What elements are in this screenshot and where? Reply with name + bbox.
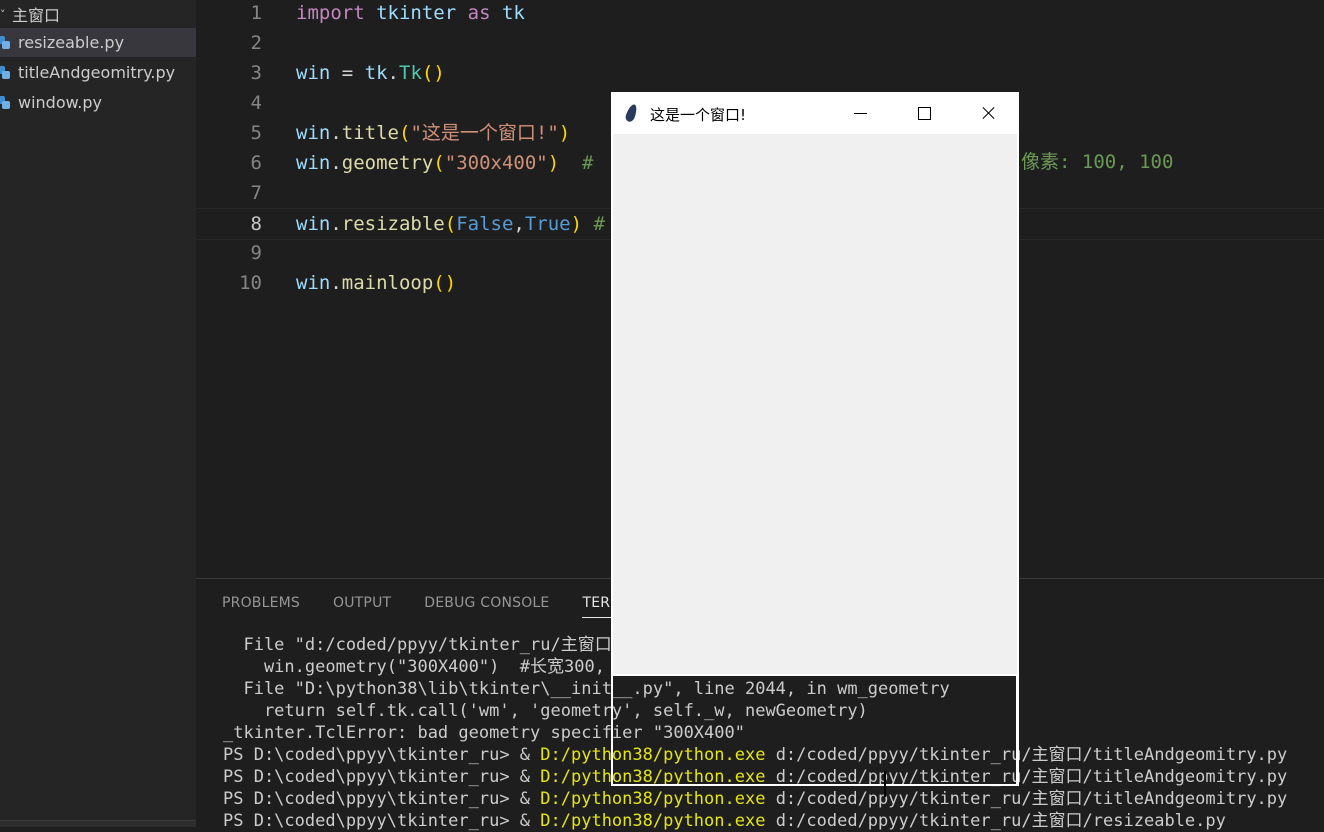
code-token: ) [570,213,583,235]
file-item-resizeable[interactable]: resizeable.py [0,28,196,57]
explorer-folder[interactable]: ˅ 主窗口 [0,3,60,25]
code-token: . [387,62,399,84]
terminal-arg: d:/coded/ppyy/tkinter_ru/主窗口/titleAndgeo… [765,789,1288,809]
code-token: win [296,213,331,235]
file-label: window.py [18,93,102,112]
code-token: . [330,272,342,294]
maximize-icon[interactable] [913,102,937,124]
python-file-icon [0,96,10,109]
code-token: . [330,122,342,144]
code-token: win [296,122,331,144]
code-token: ( [398,122,411,144]
folder-label: 主窗口 [12,6,61,25]
python-file-icon [0,66,10,79]
python-file-icon [0,36,10,49]
code-token: Tk [399,62,422,84]
comment-tail: 像素: 100, 100 [1021,151,1174,173]
terminal-arg: d:/coded/ppyy/tkinter_ru/主窗口/titleAndgeo… [765,745,1288,765]
code-token: () [421,62,445,84]
line-number: 8 [250,213,262,235]
tk-window-title: 这是一个窗口! [650,106,747,124]
code-token: tk [364,62,388,84]
line-number: 7 [250,182,262,204]
resize-outline-right [1016,676,1019,786]
code-token: False [456,213,514,235]
code-token: tk [501,2,525,24]
code-token: . [330,213,342,235]
file-item-window[interactable]: window.py [0,88,196,117]
code-text: win.title("这是一个窗口!") [296,118,570,148]
file-label: titleAndgeomitry.py [18,63,176,82]
feather-icon [624,103,639,123]
line-number: 1 [250,2,262,24]
explorer-sidebar: ˅ 主窗口 resizeable.py titleAndgeomitry.py … [0,0,196,827]
code-token: True [524,213,571,235]
minimize-icon[interactable] [849,102,873,124]
code-token: as [467,2,491,24]
line-number: 9 [250,242,262,264]
code-token: ) [558,122,571,144]
outline-section-header[interactable] [0,820,196,827]
terminal-exe: D:/python38/python.exe [540,789,766,809]
terminal-line: return self.tk.call('wm', 'geometry', se… [223,701,868,721]
code-line[interactable]: 3 win = tk.Tk() [196,58,1324,88]
code-token: import [296,2,365,24]
code-token: # [593,213,605,235]
code-token: () [433,272,457,294]
tab-problems[interactable]: PROBLEMS [222,595,300,618]
terminal-prompt: PS D:\coded\ppyy\tkinter_ru> & [223,767,541,787]
terminal-line: win.geometry("300X400") #长宽300, 4 [223,657,626,677]
file-label: resizeable.py [18,33,125,52]
code-text: win = tk.Tk() [296,58,445,88]
file-item-titleandgeomitry[interactable]: titleAndgeomitry.py [0,58,196,87]
code-text: win.resizable(False,True) # [296,209,605,239]
chevron-down-icon: ˅ [0,7,6,21]
code-token: win [296,62,331,84]
terminal-exe: D:/python38/python.exe [540,811,766,831]
terminal-line: PS D:\coded\ppyy\tkinter_ru> & D:/python… [223,744,1287,766]
code-token: ( [444,213,457,235]
code-token: mainloop [341,272,434,294]
line-number: 10 [239,272,262,294]
terminal-prompt: PS D:\coded\ppyy\tkinter_ru> & [223,811,541,831]
tk-titlebar[interactable]: 这是一个窗口! [613,94,1017,134]
resize-outline-bottom [611,784,1019,786]
tk-window[interactable]: 这是一个窗口! [611,92,1019,676]
terminal-line: File "D:\python38\lib\tkinter\__init__.p… [223,679,950,699]
terminal-line: PS D:\coded\ppyy\tkinter_ru> & D:/python… [223,810,1226,832]
code-token: title [341,122,399,144]
code-token: "这是一个窗口!" [410,122,559,144]
code-token: , [513,213,525,235]
code-token: tkinter [376,2,457,24]
code-token: = [330,62,365,84]
terminal-prompt: PS D:\coded\ppyy\tkinter_ru> & [223,745,541,765]
line-number: 4 [250,92,262,114]
terminal-line: PS D:\coded\ppyy\tkinter_ru> & D:/python… [223,788,1287,810]
line-number: 2 [250,32,262,54]
terminal-line: _tkinter.TclError: bad geometry specifie… [223,723,745,743]
tab-output[interactable]: OUTPUT [333,595,391,618]
terminal-prompt: PS D:\coded\ppyy\tkinter_ru> & [223,789,541,809]
resize-outline-left [611,676,613,786]
code-token: win [296,272,331,294]
code-line[interactable]: 2 [196,28,1324,58]
code-text: import tkinter as tk [296,0,525,28]
code-text: win.mainloop() [296,268,456,298]
line-number: 3 [250,62,262,84]
terminal-arg: d:/coded/ppyy/tkinter_ru/主窗口/resizeable.… [765,811,1226,831]
code-token: resizable [341,213,445,235]
terminal-exe: D:/python38/python.exe [540,745,766,765]
code-line[interactable]: 1 import tkinter as tk [196,0,1324,28]
line-number: 5 [250,122,262,144]
close-icon[interactable] [977,102,1001,124]
terminal-line: File "d:/coded/ppyy/tkinter_ru/主窗口/ [223,635,622,655]
tab-debug-console[interactable]: DEBUG CONSOLE [424,595,549,618]
resize-cursor-icon [881,771,889,797]
